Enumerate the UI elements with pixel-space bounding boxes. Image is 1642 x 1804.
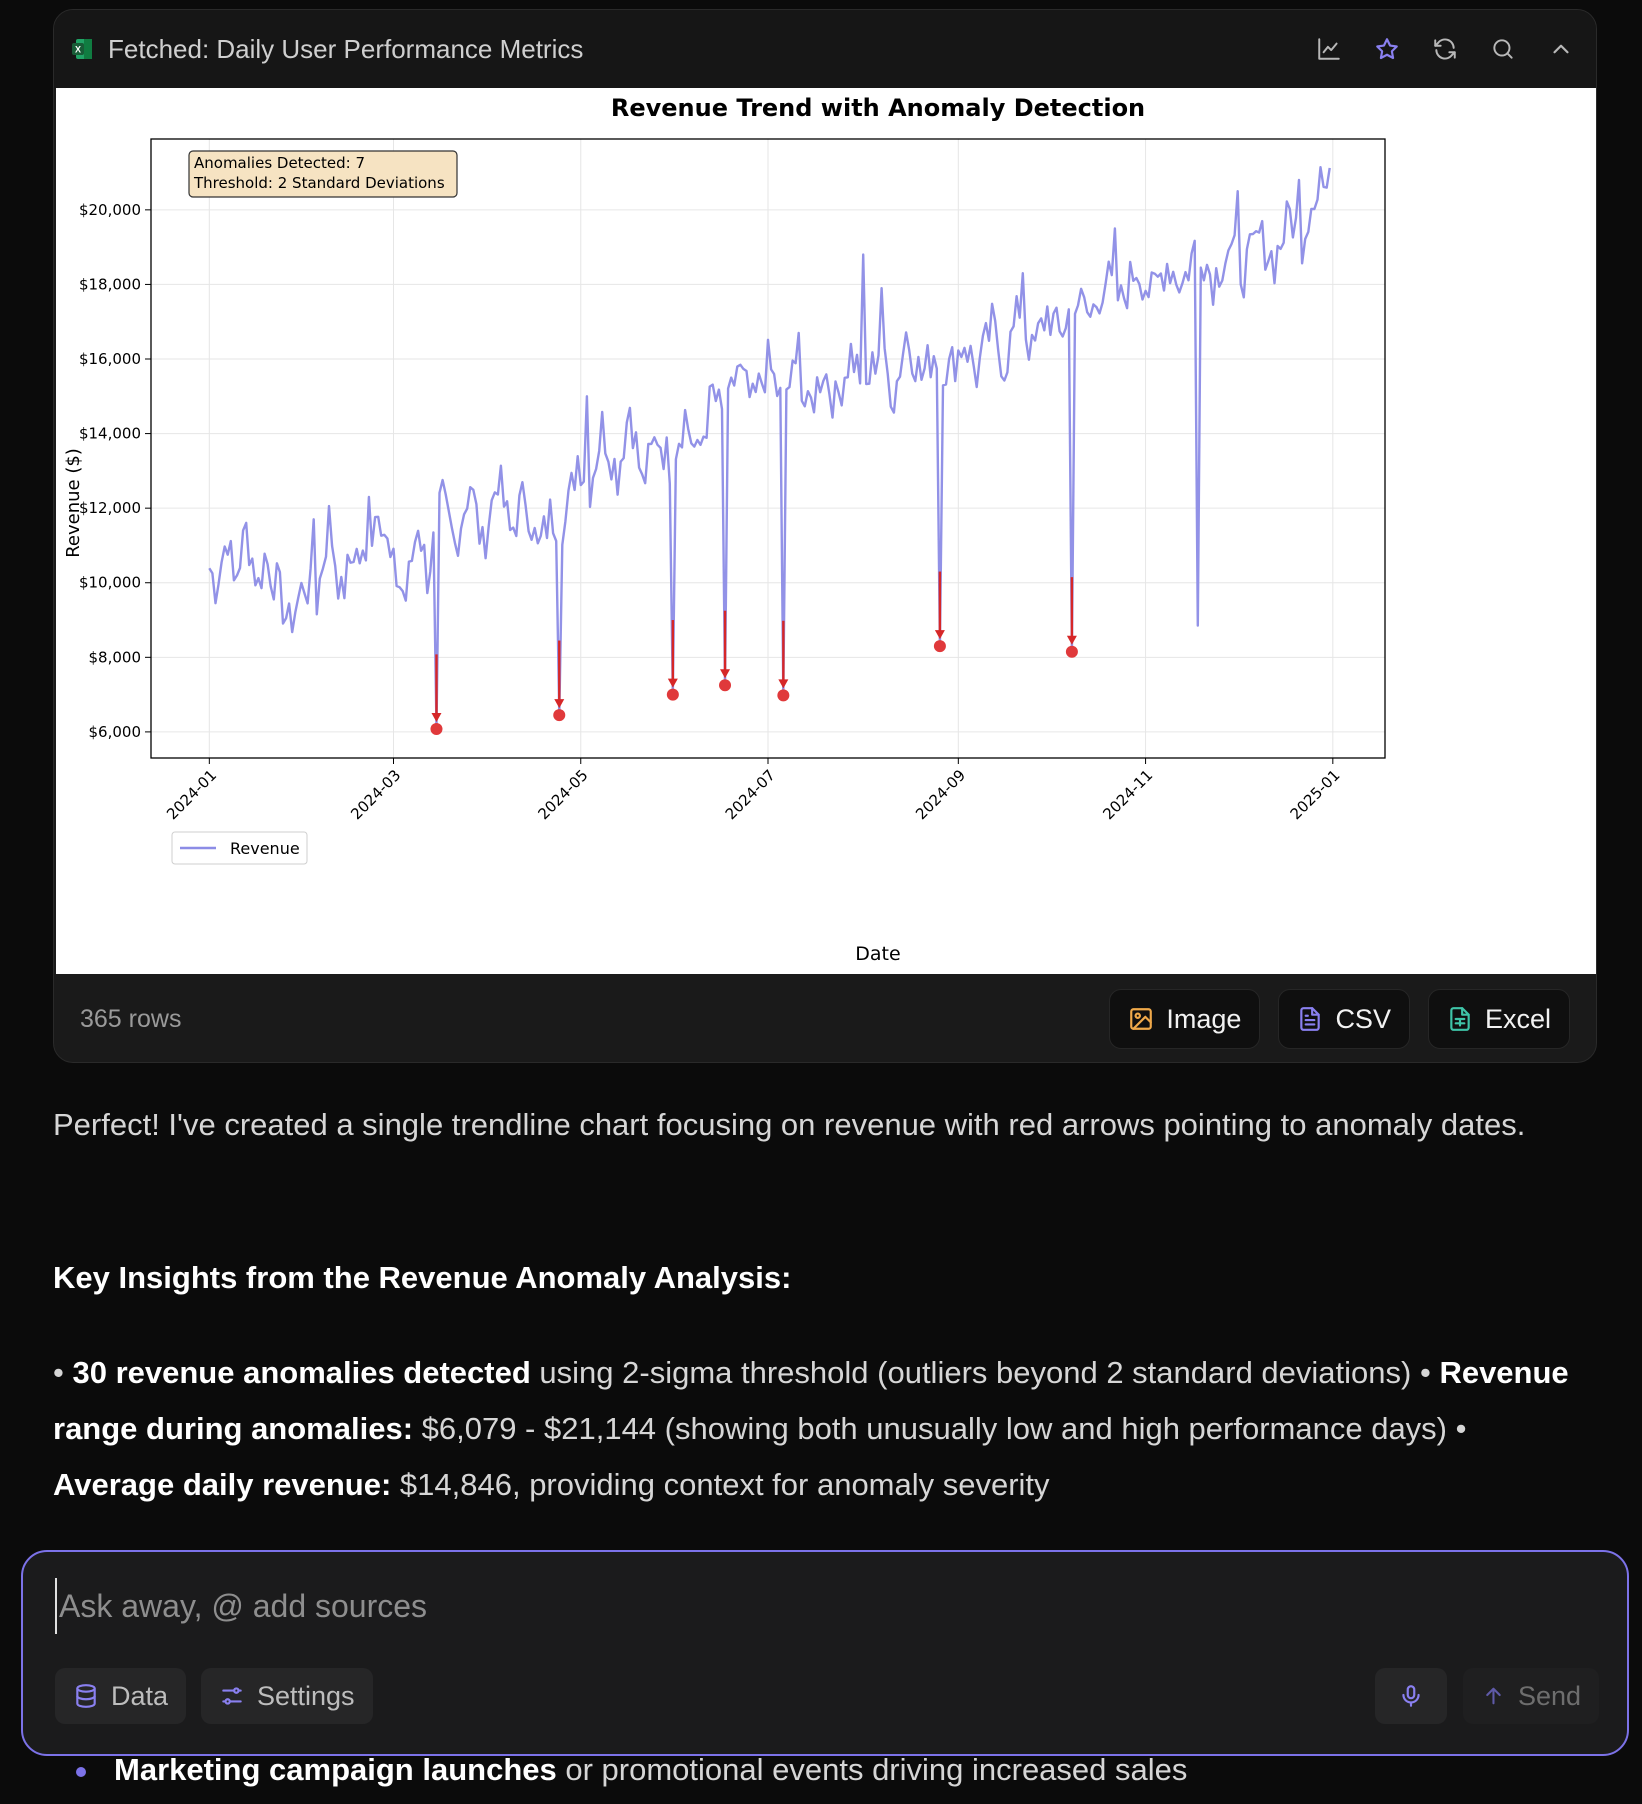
x-tick-label: 2024-11 (1099, 766, 1156, 823)
chart-xlabel: Date (855, 943, 900, 965)
anomaly-arrow-head (778, 679, 789, 689)
revenue-chart: Revenue Trend with Anomaly Detection Dat… (56, 88, 1596, 974)
y-tick-label: $16,000 (79, 350, 141, 368)
bullet-1-text: using 2-sigma threshold (outliers beyond… (530, 1355, 1431, 1390)
bullet-3-text: $14,846, providing context for anomaly s… (391, 1467, 1050, 1502)
send-button[interactable]: Send (1463, 1668, 1599, 1724)
annotation-line-1: Anomalies Detected: 7 (194, 154, 365, 172)
bullet-dot (76, 1766, 86, 1777)
y-tick-label: $12,000 (79, 499, 141, 517)
csv-button-label: CSV (1335, 1003, 1391, 1034)
microphone-button[interactable] (1375, 1668, 1447, 1724)
anomaly-arrow-head (431, 712, 442, 722)
star-icon[interactable] (1370, 32, 1404, 66)
y-tick-label: $18,000 (79, 275, 141, 293)
anomaly-arrow-head (1066, 635, 1077, 645)
database-icon (76, 1684, 96, 1708)
y-tick-label: $8,000 (89, 648, 142, 666)
bullet-3-bold: Average daily revenue: (53, 1467, 392, 1502)
svg-text:X: X (75, 45, 81, 55)
annotation-line-2: Threshold: 2 Standard Deviations (193, 174, 445, 192)
bullet-2-text: $6,079 - $21,144 (showing both unusually… (413, 1411, 1467, 1446)
download-excel-button[interactable]: Excel (1427, 989, 1570, 1049)
search-icon[interactable] (1486, 32, 1520, 66)
data-button[interactable]: Data (55, 1668, 187, 1724)
legend-label-revenue: Revenue (230, 839, 300, 858)
microphone-icon (1402, 1685, 1420, 1707)
row-count: 365 rows (80, 1004, 182, 1033)
chart-title: Revenue Trend with Anomaly Detection (611, 94, 1145, 122)
refresh-icon[interactable] (1428, 32, 1462, 66)
anomaly-point (933, 640, 946, 653)
image-button-label: Image (1166, 1003, 1242, 1034)
x-tick-label: 2024-09 (912, 766, 969, 823)
chart-legend: Revenue (171, 831, 308, 865)
anomaly-point (553, 709, 566, 722)
spreadsheet-icon (1450, 1007, 1470, 1031)
peek-bold: Marketing campaign launches (114, 1752, 557, 1787)
y-tick-label: $6,000 (89, 723, 142, 741)
y-tick-label: $10,000 (79, 574, 141, 592)
chart-line-icon[interactable] (1312, 32, 1346, 66)
send-button-label: Send (1517, 1680, 1581, 1711)
anomaly-arrow-head (667, 678, 678, 688)
excel-file-icon: X (72, 39, 92, 59)
card-header: X Fetched: Daily User Performance Metric… (54, 10, 1596, 88)
chat-composer: Data Settings Send (21, 1550, 1629, 1756)
excel-button-label: Excel (1484, 1003, 1551, 1034)
image-icon (1130, 1008, 1153, 1030)
card-title: Fetched: Daily User Performance Metrics (108, 33, 584, 64)
anomaly-point (430, 722, 443, 735)
anomaly-point (1065, 645, 1078, 658)
anomaly-point (777, 689, 790, 702)
sliders-icon (222, 1687, 242, 1705)
chevron-up-icon[interactable] (1544, 32, 1578, 66)
y-tick-label: $14,000 (79, 425, 141, 443)
insights-heading: Key Insights from the Revenue Anomaly An… (53, 1260, 792, 1295)
anomaly-arrow-head (554, 699, 565, 709)
x-tick-label: 2024-03 (347, 766, 404, 823)
peek-text: or promotional events driving increased … (556, 1752, 1188, 1787)
anomaly-point (719, 679, 732, 692)
anomaly-arrow-head (720, 669, 731, 679)
x-tick-label: 2024-01 (163, 766, 220, 823)
download-image-button[interactable]: Image (1109, 989, 1261, 1049)
anomaly-arrow-head (934, 630, 945, 640)
settings-button[interactable]: Settings (201, 1668, 373, 1724)
card-footer: 365 rows Image CSV Excel (54, 974, 1596, 1062)
insights-bullets: • 30 revenue anomalies detected using 2-… (53, 1355, 1569, 1502)
chat-input[interactable] (55, 1578, 1555, 1634)
anomaly-summary-box: Anomalies Detected: 7 Threshold: 2 Stand… (188, 150, 458, 198)
list-item: Marketing campaign launches or promotion… (76, 1752, 1187, 1788)
result-card: X Fetched: Daily User Performance Metric… (53, 9, 1597, 1063)
anomaly-point (666, 688, 679, 701)
arrow-up-icon (1486, 1687, 1501, 1705)
file-text-icon (1300, 1007, 1321, 1031)
x-tick-label: 2024-07 (722, 766, 779, 823)
y-tick-label: $20,000 (79, 201, 141, 219)
bullet-1-bold: 30 revenue anomalies detected (72, 1355, 531, 1390)
revenue-line (208, 165, 1331, 731)
message-intro: Perfect! I've created a single trendline… (53, 1107, 1526, 1142)
download-csv-button[interactable]: CSV (1278, 989, 1410, 1049)
x-tick-label: 2024-05 (535, 766, 592, 823)
x-tick-label: 2025-01 (1287, 766, 1344, 823)
data-button-label: Data (111, 1680, 169, 1711)
settings-button-label: Settings (257, 1680, 355, 1711)
